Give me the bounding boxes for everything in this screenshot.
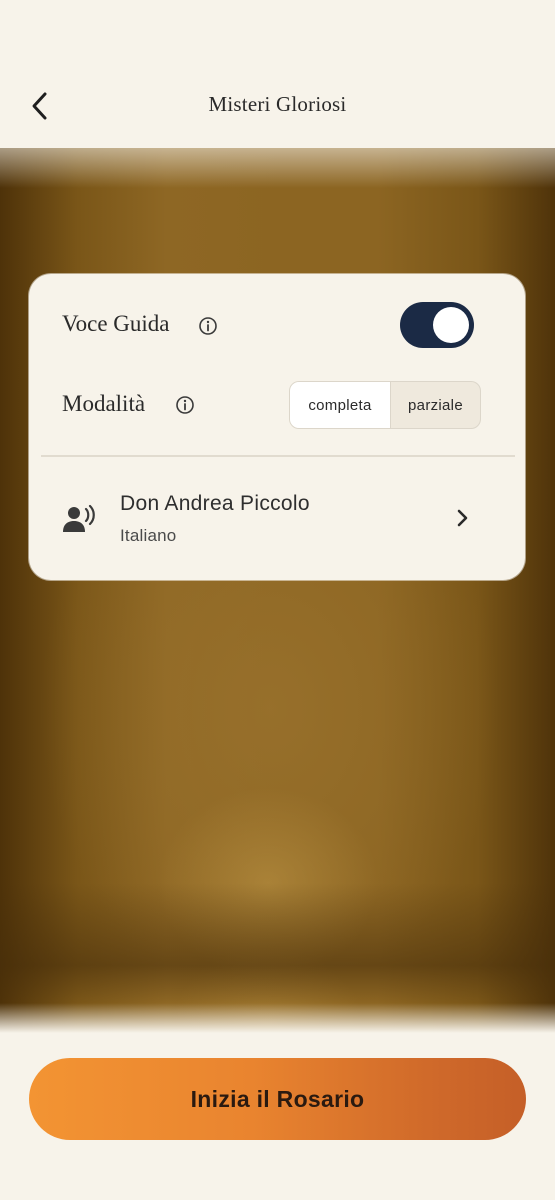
voice-guide-label: Voce Guida <box>62 311 170 336</box>
start-rosary-button[interactable]: Inizia il Rosario <box>29 1058 526 1140</box>
info-icon[interactable] <box>175 395 195 415</box>
guide-name: Don Andrea Piccolo <box>120 492 310 515</box>
mode-segmented-control: completa parziale <box>289 381 481 429</box>
mode-label: Modalità <box>62 391 146 416</box>
top-bar: Misteri Gloriosi <box>0 0 555 148</box>
voice-guide-toggle[interactable] <box>400 302 474 348</box>
guide-voice-selector[interactable]: Don Andrea Piccolo Italiano <box>29 470 525 566</box>
toggle-knob <box>433 307 469 343</box>
speaking-person-icon <box>63 504 95 532</box>
settings-card: Voce Guida Modalità completa parziale Do… <box>29 274 525 580</box>
divider <box>41 455 515 457</box>
page-title: Misteri Gloriosi <box>208 92 347 116</box>
info-icon[interactable] <box>198 316 218 336</box>
mode-option-completa[interactable]: completa <box>290 382 390 428</box>
mode-option-parziale[interactable]: parziale <box>390 382 480 428</box>
chevron-right-icon <box>457 509 468 527</box>
guide-language: Italiano <box>120 526 177 545</box>
